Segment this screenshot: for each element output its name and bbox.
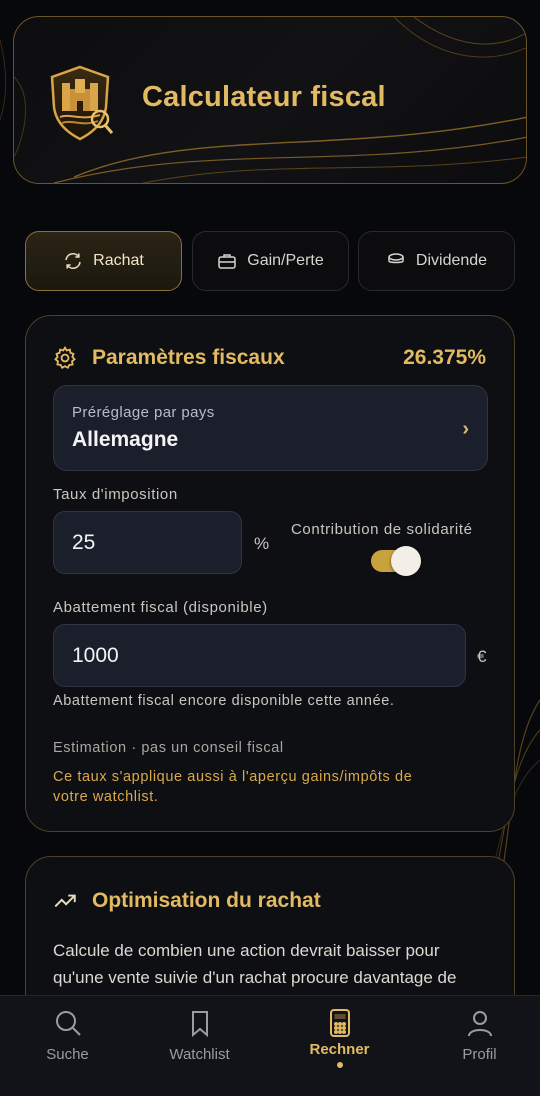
mode-tabs: Rachat Gain/Perte Dividende xyxy=(25,231,515,291)
optimisation-text-line2: qu'une vente suivie d'un rachat procure … xyxy=(53,968,457,987)
nav-suche[interactable]: Suche xyxy=(0,996,135,1096)
effective-tax-rate: 26.375% xyxy=(403,346,486,369)
page-title: Calculateur fiscal xyxy=(142,81,386,113)
tab-gain-perte[interactable]: Gain/Perte xyxy=(192,231,349,291)
nav-label: Suche xyxy=(46,1046,89,1063)
tab-dividende[interactable]: Dividende xyxy=(358,231,515,291)
solidarity-label: Contribution de solidarité xyxy=(291,521,473,538)
active-indicator-dot xyxy=(336,1062,343,1068)
tax-parameters-header: Paramètres fiscaux 26.375% xyxy=(52,344,486,372)
bottom-navigation: Suche Watchlist Rechner Profil xyxy=(0,995,540,1096)
nav-label: Profil xyxy=(462,1046,497,1063)
briefcase-icon xyxy=(218,254,236,269)
percent-unit: % xyxy=(254,534,270,553)
allowance-hint: Abattement fiscal encore disponible cett… xyxy=(53,693,395,709)
nav-rechner[interactable]: Rechner xyxy=(272,996,407,1096)
preset-label: Préréglage par pays xyxy=(72,404,215,421)
solidarity-toggle[interactable] xyxy=(371,546,421,576)
person-icon xyxy=(467,1011,492,1037)
optimisation-header: Optimisation du rachat xyxy=(52,887,486,915)
bookmark-icon xyxy=(191,1011,208,1038)
watchlist-note-line1: Ce taux s'applique aussi à l'aperçu gain… xyxy=(53,769,413,785)
tax-parameters-title: Paramètres fiscaux xyxy=(92,346,285,369)
optimisation-title: Optimisation du rachat xyxy=(92,889,321,912)
tab-label: Dividende xyxy=(415,252,488,269)
tab-rachat[interactable]: Rachat xyxy=(25,231,182,291)
header-card: Calculateur fiscal xyxy=(13,16,527,184)
coins-icon xyxy=(388,253,404,264)
tax-rate-input[interactable]: 25 xyxy=(53,511,242,574)
castle-shield-icon xyxy=(50,65,114,141)
optimisation-text-line1: Calcule de combien une action devrait ba… xyxy=(53,941,440,960)
allowance-label: Abattement fiscal (disponible) xyxy=(53,599,268,616)
gear-icon xyxy=(54,346,76,369)
preset-value: Allemagne xyxy=(72,428,179,451)
watchlist-note-line2: votre watchlist. xyxy=(53,789,159,805)
tax-rate-label: Taux d'imposition xyxy=(53,486,178,503)
tax-parameters-card: Paramètres fiscaux 26.375% Préréglage pa… xyxy=(25,315,515,832)
nav-label: Watchlist xyxy=(169,1046,230,1063)
search-icon xyxy=(55,1011,81,1036)
nav-profil[interactable]: Profil xyxy=(412,996,540,1096)
tab-label: Rachat xyxy=(93,252,144,269)
optimisation-description: Calcule de combien une action devrait ba… xyxy=(53,937,493,991)
nav-watchlist[interactable]: Watchlist xyxy=(132,996,267,1096)
toggle-knob xyxy=(391,546,421,576)
calculator-icon xyxy=(329,1009,350,1037)
euro-unit: € xyxy=(477,647,487,666)
nav-label: Rechner xyxy=(309,1041,370,1058)
country-preset-select[interactable]: Préréglage par pays Allemagne › xyxy=(53,385,488,471)
allowance-input[interactable]: 1000 xyxy=(53,624,466,687)
tab-label: Gain/Perte xyxy=(247,252,324,269)
refresh-icon xyxy=(65,252,81,270)
estimate-note: Estimation · pas un conseil fiscal xyxy=(53,740,284,756)
trending-up-icon xyxy=(54,894,76,908)
chevron-right-icon: › xyxy=(462,418,469,440)
